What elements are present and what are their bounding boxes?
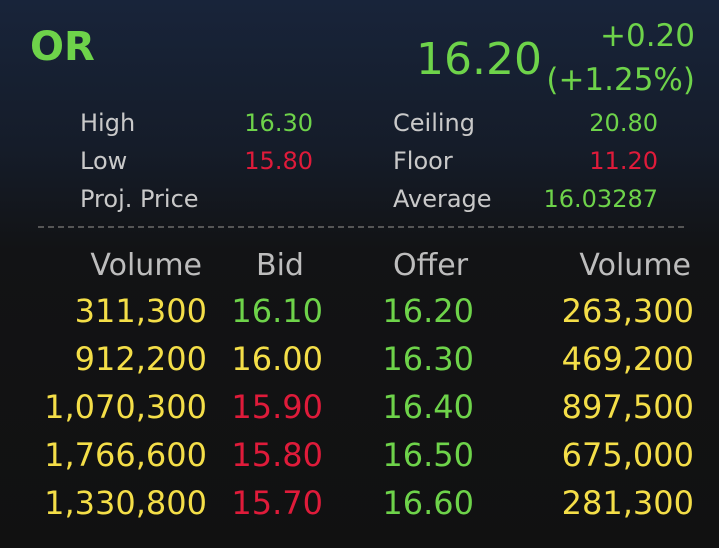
floor-value: 11.20 bbox=[589, 147, 658, 175]
offer-price-cell: 16.20 bbox=[382, 292, 474, 330]
offer-price-cell: 16.60 bbox=[382, 484, 474, 522]
order-book-row: 1,070,300 15.90 16.40 897,500 bbox=[0, 388, 719, 436]
ceiling-value: 20.80 bbox=[589, 109, 658, 137]
last-price: 16.20 bbox=[416, 34, 542, 85]
bid-volume-cell: 1,766,600 bbox=[44, 436, 207, 474]
floor-label: Floor bbox=[393, 147, 453, 175]
order-book-row: 311,300 16.10 16.20 263,300 bbox=[0, 292, 719, 340]
bid-volume-cell: 1,070,300 bbox=[44, 388, 207, 426]
stock-quote-panel: OR 16.20 +0.20 (+1.25%) High 16.30 Low 1… bbox=[0, 0, 719, 548]
bid-price-cell: 15.70 bbox=[231, 484, 323, 522]
stock-symbol: OR bbox=[30, 24, 95, 70]
high-label: High bbox=[80, 109, 136, 137]
bid-volume-header: Volume bbox=[90, 248, 202, 283]
offer-volume-cell: 675,000 bbox=[561, 436, 694, 474]
average-label: Average bbox=[393, 185, 492, 213]
bid-price-cell: 15.80 bbox=[231, 436, 323, 474]
bid-volume-cell: 1,330,800 bbox=[44, 484, 207, 522]
bid-volume-cell: 912,200 bbox=[74, 340, 207, 378]
high-value: 16.30 bbox=[244, 109, 313, 137]
offer-price-cell: 16.40 bbox=[382, 388, 474, 426]
offer-volume-cell: 469,200 bbox=[561, 340, 694, 378]
offer-volume-header: Volume bbox=[579, 248, 691, 283]
order-book-row: 1,330,800 15.70 16.60 281,300 bbox=[0, 484, 719, 532]
section-divider bbox=[38, 226, 684, 228]
offer-price-cell: 16.50 bbox=[382, 436, 474, 474]
bid-price-cell: 15.90 bbox=[231, 388, 323, 426]
bid-price-cell: 16.10 bbox=[231, 292, 323, 330]
bid-header: Bid bbox=[256, 248, 304, 283]
order-book-row: 1,766,600 15.80 16.50 675,000 bbox=[0, 436, 719, 484]
ceiling-label: Ceiling bbox=[393, 109, 475, 137]
projected-price-label: Proj. Price bbox=[80, 185, 199, 213]
bid-price-cell: 16.00 bbox=[231, 340, 323, 378]
offer-volume-cell: 897,500 bbox=[561, 388, 694, 426]
offer-header: Offer bbox=[393, 248, 469, 283]
order-book-row: 912,200 16.00 16.30 469,200 bbox=[0, 340, 719, 388]
low-label: Low bbox=[80, 147, 128, 175]
price-change: +0.20 bbox=[600, 18, 695, 54]
average-value: 16.03287 bbox=[543, 185, 658, 213]
offer-price-cell: 16.30 bbox=[382, 340, 474, 378]
price-change-percent: (+1.25%) bbox=[546, 62, 695, 98]
low-value: 15.80 bbox=[244, 147, 313, 175]
offer-volume-cell: 281,300 bbox=[561, 484, 694, 522]
offer-volume-cell: 263,300 bbox=[561, 292, 694, 330]
bid-volume-cell: 311,300 bbox=[74, 292, 207, 330]
